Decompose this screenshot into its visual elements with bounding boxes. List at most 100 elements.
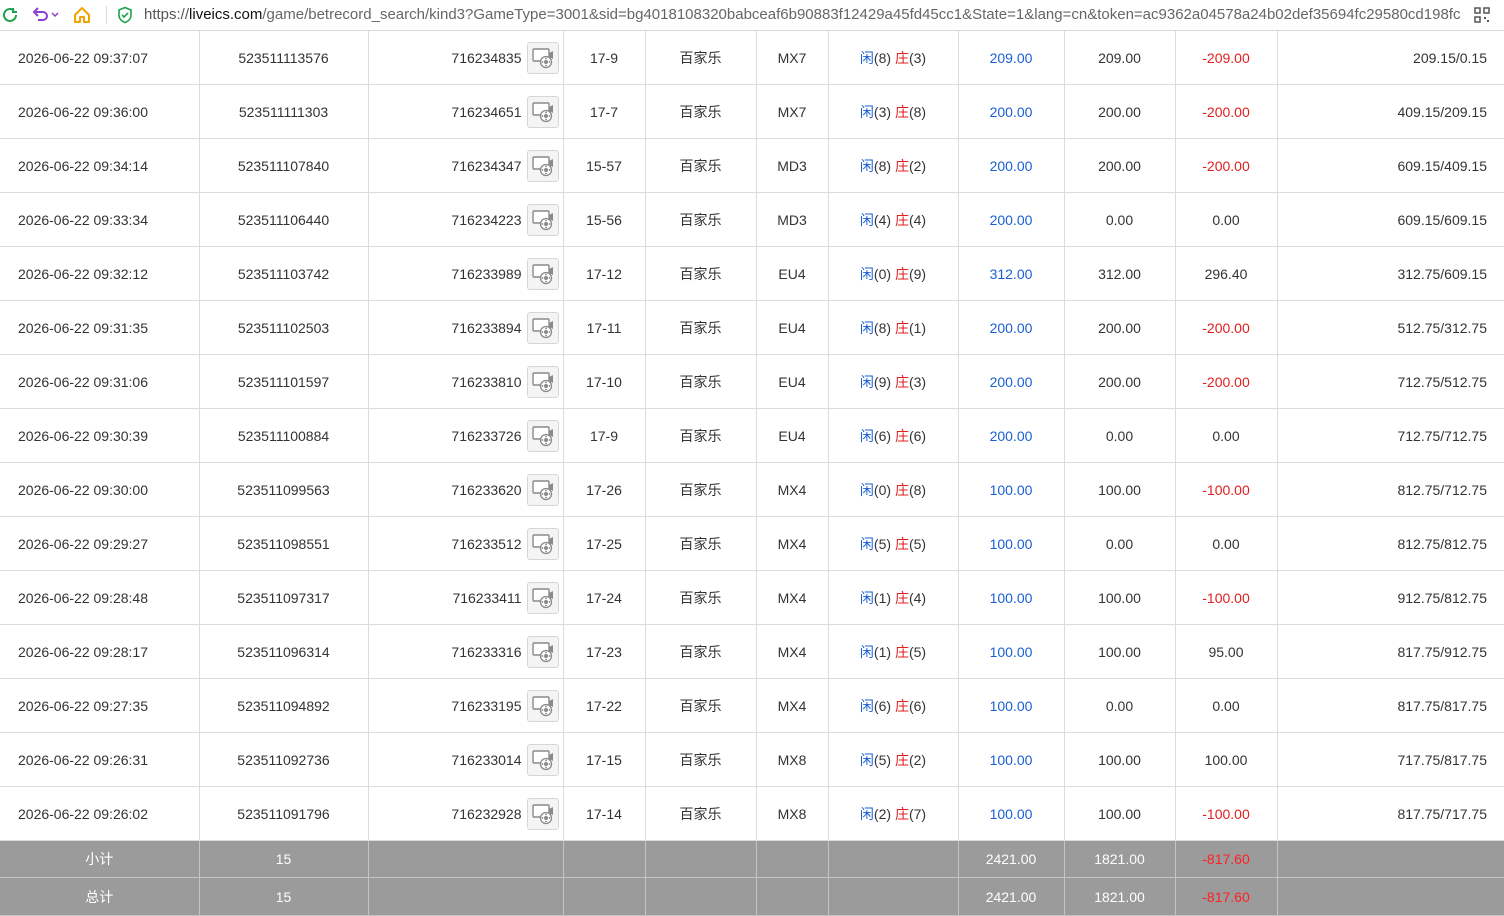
banker-label: 庄: [894, 265, 909, 282]
replay-button[interactable]: [526, 527, 559, 560]
undo-icon[interactable]: [30, 5, 50, 25]
player-score: (5): [873, 751, 892, 768]
banker-score: (5): [908, 535, 927, 552]
game-result: 闲(8) 庄(1): [828, 300, 959, 355]
home-icon[interactable]: [72, 5, 92, 25]
table-row: 2026-06-22 09:31:06 523511101597 7162338…: [0, 354, 1504, 409]
game-name: 百家乐: [645, 354, 757, 409]
toolbar-divider: [106, 6, 107, 24]
chevron-down-icon[interactable]: [50, 5, 60, 25]
round-id-cell: 716234651: [368, 84, 564, 139]
win-loss: 100.00: [1175, 732, 1278, 787]
round-id: 716233726: [451, 427, 522, 444]
replay-button[interactable]: [526, 581, 559, 614]
shoe-round: 17-14: [563, 786, 646, 841]
bet-id: 523511094892: [199, 678, 369, 733]
table-code: EU4: [756, 408, 829, 463]
video-replay-icon: [531, 641, 553, 662]
replay-button[interactable]: [526, 41, 559, 74]
bet-amount: 100.00: [958, 732, 1065, 787]
game-name: 百家乐: [645, 786, 757, 841]
banker-label: 庄: [894, 481, 909, 498]
win-loss: -100.00: [1175, 786, 1278, 841]
game-result: 闲(6) 庄(6): [828, 408, 959, 463]
valid-amount: 100.00: [1064, 462, 1176, 517]
replay-button[interactable]: [526, 797, 559, 830]
bet-id: 523511111303: [199, 84, 369, 139]
replay-button[interactable]: [526, 689, 559, 722]
bet-amount: 200.00: [958, 192, 1065, 247]
table-row: 2026-06-22 09:30:00 523511099563 7162336…: [0, 462, 1504, 517]
player-label: 闲: [859, 211, 874, 228]
banker-score: (8): [908, 103, 927, 120]
round-id-cell: 716233894: [368, 300, 564, 355]
game-name: 百家乐: [645, 732, 757, 787]
player-score: (6): [873, 697, 892, 714]
balance-change: 817.75/717.75: [1277, 786, 1504, 841]
balance-change: 812.75/712.75: [1277, 462, 1504, 517]
shield-check-icon[interactable]: [115, 5, 135, 25]
video-replay-icon: [531, 587, 553, 608]
banker-label: 庄: [894, 157, 909, 174]
shoe-round: 17-26: [563, 462, 646, 517]
video-replay-icon: [531, 479, 553, 500]
empty-cell: [1277, 877, 1504, 916]
replay-button[interactable]: [526, 473, 559, 506]
replay-button[interactable]: [526, 95, 559, 128]
bet-amount: 200.00: [958, 84, 1065, 139]
replay-button[interactable]: [526, 635, 559, 668]
banker-label: 庄: [894, 103, 909, 120]
shoe-round: 17-7: [563, 84, 646, 139]
table-row: 2026-06-22 09:28:48 523511097317 7162334…: [0, 570, 1504, 625]
bet-record-table: 2026-06-22 09:37:07 523511113576 7162348…: [0, 31, 1504, 916]
shoe-round: 17-10: [563, 354, 646, 409]
bet-amount: 200.00: [958, 300, 1065, 355]
round-id: 716234347: [451, 157, 522, 174]
banker-label: 庄: [894, 805, 909, 822]
player-label: 闲: [859, 643, 874, 660]
address-bar[interactable]: https://liveics.com/game/betrecord_searc…: [144, 6, 1466, 24]
table-row: 2026-06-22 09:26:02 523511091796 7162329…: [0, 786, 1504, 841]
balance-change: 312.75/609.15: [1277, 246, 1504, 301]
game-result: 闲(3) 庄(8): [828, 84, 959, 139]
qr-code-icon[interactable]: [1472, 5, 1492, 25]
valid-amount: 100.00: [1064, 786, 1176, 841]
total-count: 15: [199, 877, 369, 916]
replay-button[interactable]: [526, 257, 559, 290]
player-label: 闲: [859, 157, 874, 174]
round-id-cell: 716233195: [368, 678, 564, 733]
url-scheme: https://: [144, 6, 190, 23]
table-row: 2026-06-22 09:28:17 523511096314 7162333…: [0, 624, 1504, 679]
replay-button[interactable]: [526, 311, 559, 344]
reload-icon[interactable]: [0, 5, 20, 25]
replay-button[interactable]: [526, 419, 559, 452]
valid-amount: 0.00: [1064, 678, 1176, 733]
replay-button[interactable]: [526, 743, 559, 776]
player-score: (0): [873, 481, 892, 498]
replay-button[interactable]: [526, 203, 559, 236]
replay-button[interactable]: [526, 365, 559, 398]
win-loss: -200.00: [1175, 354, 1278, 409]
bet-amount: 209.00: [958, 31, 1065, 85]
empty-cell: [368, 840, 564, 878]
game-name: 百家乐: [645, 246, 757, 301]
player-score: (6): [873, 427, 892, 444]
banker-score: (4): [908, 589, 927, 606]
round-id-cell: 716233810: [368, 354, 564, 409]
replay-button[interactable]: [526, 149, 559, 182]
player-score: (8): [873, 319, 892, 336]
record-body: 2026-06-22 09:37:07 523511113576 7162348…: [0, 31, 1504, 841]
player-label: 闲: [859, 49, 874, 66]
round-id: 716233411: [452, 589, 522, 606]
game-name: 百家乐: [645, 624, 757, 679]
round-id: 716233810: [451, 373, 522, 390]
round-id: 716233014: [451, 751, 522, 768]
win-loss: 296.40: [1175, 246, 1278, 301]
player-label: 闲: [859, 535, 874, 552]
valid-amount: 100.00: [1064, 732, 1176, 787]
round-id-cell: 716234835: [368, 31, 564, 85]
shoe-round: 17-9: [563, 31, 646, 85]
balance-change: 609.15/409.15: [1277, 138, 1504, 193]
round-id: 716233620: [451, 481, 522, 498]
balance-change: 409.15/209.15: [1277, 84, 1504, 139]
